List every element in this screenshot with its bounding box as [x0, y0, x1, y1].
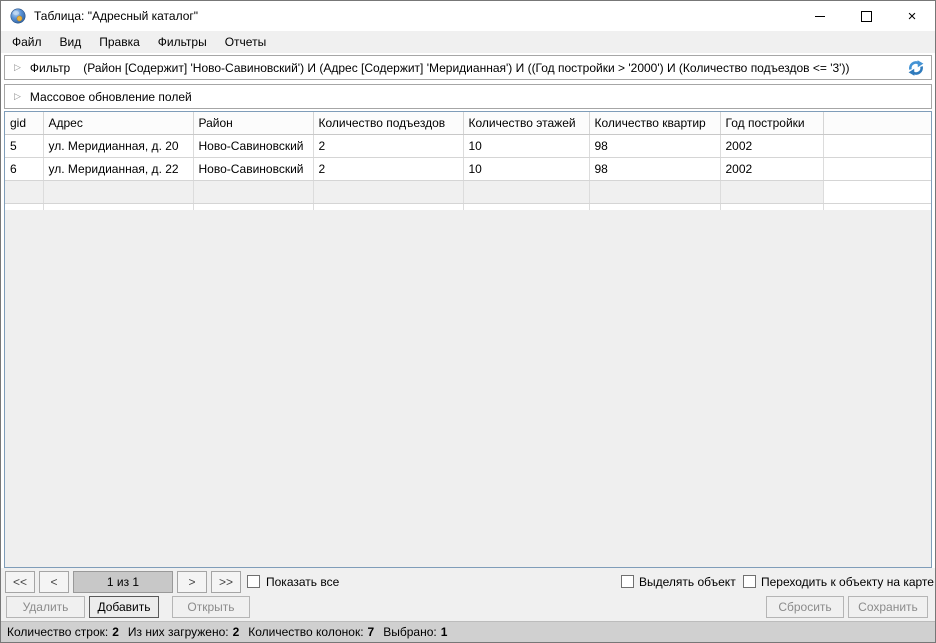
table-cell[interactable]: 2	[313, 135, 463, 158]
table-cell[interactable]	[823, 158, 931, 181]
table-cell[interactable]: 2002	[720, 158, 823, 181]
menu-item-reports[interactable]: Отчеты	[216, 31, 275, 53]
mass-update-expander[interactable]: ▷ Массовое обновление полей	[4, 84, 932, 109]
column-header-year[interactable]: Год постройки	[720, 112, 823, 135]
app-window: Таблица: "Адресный каталог" × Файл Вид П…	[0, 0, 936, 643]
menu-item-view[interactable]: Вид	[51, 31, 91, 53]
menubar: Файл Вид Правка Фильтры Отчеты	[1, 31, 935, 53]
table-cell[interactable]: 6	[5, 158, 43, 181]
filter-expression: (Район [Содержит] 'Ново-Савиновский') И …	[83, 61, 849, 75]
new-row-placeholder[interactable]	[5, 181, 931, 204]
bottom-controls: << < 1 из 1 > >> Показать все Выделять о…	[1, 568, 935, 621]
table-cell[interactable]: 2002	[720, 135, 823, 158]
show-all-checkbox[interactable]	[247, 575, 260, 588]
window-title: Таблица: "Адресный каталог"	[34, 9, 198, 23]
save-button[interactable]: Сохранить	[848, 596, 928, 618]
table-cell[interactable]: ул. Меридианная, д. 22	[43, 158, 193, 181]
highlight-object-checkbox[interactable]	[621, 575, 634, 588]
close-icon: ×	[908, 9, 917, 24]
status-bar: Количество строк: 2 Из них загружено: 2 …	[1, 621, 935, 642]
table-cell[interactable]: 98	[589, 135, 720, 158]
table-cell[interactable]: Ново-Савиновский	[193, 135, 313, 158]
menu-item-edit[interactable]: Правка	[90, 31, 149, 53]
goto-object-checkbox[interactable]	[743, 575, 756, 588]
open-button[interactable]: Открыть	[172, 596, 250, 618]
highlight-object-label[interactable]: Выделять объект	[639, 571, 736, 593]
status-selected-label: Выбрано:	[383, 625, 436, 639]
status-columns-value: 7	[368, 625, 375, 639]
column-header-district[interactable]: Район	[193, 112, 313, 135]
table-cell[interactable]: 98	[589, 158, 720, 181]
table-row[interactable]: 5 ул. Меридианная, д. 20 Ново-Савиновски…	[5, 135, 931, 158]
column-header-address[interactable]: Адрес	[43, 112, 193, 135]
empty-row-strip	[5, 204, 931, 211]
mass-update-label: Массовое обновление полей	[30, 90, 192, 104]
titlebar: Таблица: "Адресный каталог" ×	[1, 1, 935, 31]
table-cell[interactable]: 5	[5, 135, 43, 158]
table-row[interactable]: 6 ул. Меридианная, д. 22 Ново-Савиновски…	[5, 158, 931, 181]
maximize-icon	[861, 11, 872, 22]
status-loaded-label: Из них загружено:	[128, 625, 229, 639]
column-header-entrances[interactable]: Количество подъездов	[313, 112, 463, 135]
column-header-gid[interactable]: gid	[5, 112, 43, 135]
delete-button[interactable]: Удалить	[6, 596, 85, 618]
expander-arrow-icon: ▷	[14, 62, 21, 73]
table-header-row: gid Адрес Район Количество подъездов Кол…	[5, 112, 931, 135]
menu-item-file[interactable]: Файл	[3, 31, 51, 53]
reset-button[interactable]: Сбросить	[766, 596, 844, 618]
minimize-button[interactable]	[797, 1, 843, 31]
column-header-floors[interactable]: Количество этажей	[463, 112, 589, 135]
table-cell[interactable]: 10	[463, 158, 589, 181]
status-loaded-value: 2	[233, 625, 240, 639]
next-page-button[interactable]: >	[177, 571, 207, 593]
minimize-icon	[815, 16, 825, 17]
refresh-filter-button[interactable]	[907, 59, 925, 77]
table-cell[interactable]	[823, 135, 931, 158]
menu-item-filters[interactable]: Фильтры	[149, 31, 216, 53]
table-cell[interactable]: Ново-Савиновский	[193, 158, 313, 181]
column-header-extra[interactable]	[823, 112, 931, 135]
prev-page-button[interactable]: <	[39, 571, 69, 593]
status-rows-label: Количество строк:	[7, 625, 108, 639]
maximize-button[interactable]	[843, 1, 889, 31]
status-columns-label: Количество колонок:	[248, 625, 363, 639]
show-all-label[interactable]: Показать все	[266, 571, 339, 593]
globe-app-icon	[10, 8, 26, 24]
filter-expander[interactable]: ▷ Фильтр (Район [Содержит] 'Ново-Савинов…	[4, 55, 932, 80]
table-cell[interactable]: ул. Меридианная, д. 20	[43, 135, 193, 158]
expander-arrow-icon: ▷	[14, 91, 21, 102]
close-button[interactable]: ×	[889, 1, 935, 31]
page-indicator: 1 из 1	[73, 571, 173, 593]
status-selected-value: 1	[441, 625, 448, 639]
last-page-button[interactable]: >>	[211, 571, 241, 593]
add-button[interactable]: Добавить	[89, 596, 159, 618]
window-controls: ×	[797, 1, 935, 31]
address-table: gid Адрес Район Количество подъездов Кол…	[4, 111, 932, 568]
filter-label: Фильтр	[30, 61, 70, 75]
first-page-button[interactable]: <<	[5, 571, 35, 593]
status-rows-value: 2	[112, 625, 119, 639]
table-cell[interactable]: 10	[463, 135, 589, 158]
column-header-apartments[interactable]: Количество квартир	[589, 112, 720, 135]
table-cell[interactable]: 2	[313, 158, 463, 181]
goto-object-label[interactable]: Переходить к объекту на карте	[761, 571, 934, 593]
